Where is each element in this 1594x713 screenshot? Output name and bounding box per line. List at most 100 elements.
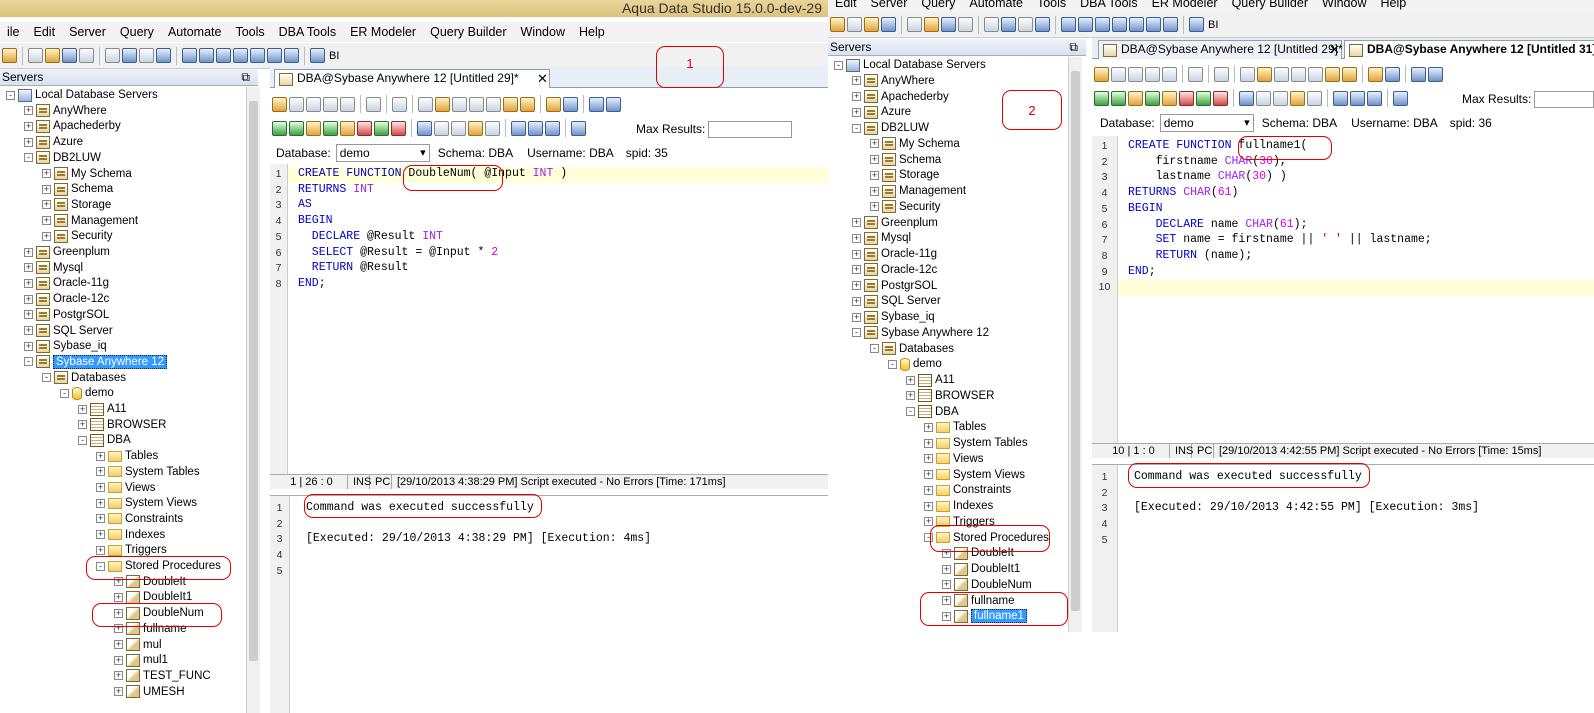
toolbar-button-icon[interactable] [452,96,467,112]
expand-icon[interactable]: + [42,231,51,241]
menu-item-help[interactable]: Help [1373,0,1413,10]
toolbar-button-icon[interactable] [1342,66,1357,82]
expand-icon[interactable]: + [870,202,879,212]
toolbar-button-icon[interactable] [1112,17,1127,32]
menu-item-edit[interactable]: Edit [828,0,864,10]
close-tab-icon[interactable]: ✕ [537,70,548,87]
toolbar-button-icon[interactable] [250,48,265,63]
tree-node[interactable]: + Sybase_iq [852,309,935,325]
toolbar-button-icon[interactable] [589,96,604,112]
toolbar-button-icon[interactable] [486,96,501,112]
toolbar-button-icon[interactable] [435,96,450,112]
tree-node[interactable]: + fullname [942,593,1014,609]
toolbar-button-icon[interactable] [503,96,518,112]
toolbar-button-icon[interactable] [563,96,578,112]
tab-untitled-29[interactable]: DBA@Sybase Anywhere 12 [Untitled 29]* ✕ [1098,40,1343,59]
expand-icon[interactable]: + [96,514,105,524]
expand-icon[interactable]: + [924,517,933,527]
toolbar-button-icon[interactable] [1146,17,1161,32]
toolbar-button-icon[interactable] [1145,66,1160,82]
tree-node[interactable]: + Views [924,451,983,467]
toolbar-button-icon[interactable] [156,48,171,63]
expand-icon[interactable]: + [96,451,105,461]
expand-icon[interactable]: + [852,92,861,101]
expand-icon[interactable]: + [24,326,33,335]
tree-node[interactable]: + Azure [24,134,83,150]
tree-node[interactable]: - DBA [78,432,131,448]
collapse-icon[interactable]: - [924,533,933,542]
tree-node[interactable]: - Sybase Anywhere 12 [24,354,168,370]
menu-item-query[interactable]: Query [113,25,161,39]
expand-icon[interactable]: + [852,312,861,322]
menu-item-query-builder[interactable]: Query Builder [1225,0,1315,10]
tree-node[interactable]: + Apachederby [852,89,949,105]
expand-icon[interactable]: + [24,294,33,304]
tree-node[interactable]: + Mysql [852,230,911,246]
max-results-input[interactable] [1534,90,1594,108]
expand-icon[interactable]: + [24,278,33,288]
expand-icon[interactable]: + [24,341,33,351]
toolbar-button-icon[interactable] [267,48,282,63]
toolbar-button-icon[interactable] [216,48,231,63]
menu-item-query[interactable]: Query [914,0,962,10]
toolbar-button-icon[interactable] [182,48,197,63]
toolbar-button-icon[interactable] [1128,66,1143,82]
toolbar-button-icon[interactable] [289,120,304,136]
tree-node[interactable]: + Sybase_iq [24,338,107,354]
menu-item-er-modeler[interactable]: ER Modeler [343,25,423,39]
toolbar-button-icon[interactable] [546,96,561,112]
expand-icon[interactable]: + [924,454,933,464]
tree-node[interactable]: + fullname1 [942,608,1027,624]
tree-node[interactable]: + Views [96,480,155,496]
collapse-icon[interactable]: - [852,123,861,133]
bi-button[interactable]: BI [327,50,339,62]
collapse-icon[interactable]: - [852,328,861,338]
tree-node[interactable]: + Storage [42,197,111,213]
tree-node[interactable]: + BROWSER [78,417,166,433]
toolbar-button-icon[interactable] [864,17,879,32]
toolbar-button-icon[interactable] [323,120,338,136]
toolbar-button-icon[interactable] [1189,17,1204,32]
tree-node[interactable]: + SQL Server [24,323,113,339]
tree-node[interactable]: + TEST_FUNC [114,668,211,684]
tree-node[interactable]: + AnyWhere [852,73,935,89]
toolbar-button-icon[interactable] [1111,66,1126,82]
expand-icon[interactable]: + [96,483,105,492]
tree-node[interactable]: - Databases [870,341,954,357]
toolbar-button-icon[interactable] [1196,90,1211,106]
expand-icon[interactable]: + [114,671,123,681]
bi-button[interactable]: BI [1206,19,1218,31]
tree-node[interactable]: + DoubleNum [942,577,1032,593]
tree-node[interactable]: - Local Database Servers [834,57,986,73]
toolbar-button-icon[interactable] [306,96,321,112]
expand-icon[interactable]: + [96,467,105,477]
tree-node[interactable]: + My Schema [42,166,132,182]
expand-icon[interactable]: + [114,655,123,665]
toolbar-button-icon[interactable] [1214,66,1229,82]
tree-node[interactable]: + System Views [96,495,197,511]
toolbar-button-icon[interactable] [28,48,43,63]
expand-icon[interactable]: + [42,169,51,178]
toolbar-button-icon[interactable] [511,120,526,136]
toolbar-button-icon[interactable] [1325,66,1340,82]
tree-node[interactable]: + DoubleIt1 [942,561,1020,577]
tree-node[interactable]: + Triggers [924,514,995,530]
expand-icon[interactable]: + [852,218,861,227]
toolbar-button-icon[interactable] [310,48,325,63]
tree-node[interactable]: - demo [60,385,114,401]
collapse-icon[interactable]: - [60,388,69,398]
tree-node[interactable]: + Schema [870,152,941,168]
expand-icon[interactable]: + [924,485,933,495]
tree-node[interactable]: + mul [114,637,162,653]
toolbar-button-icon[interactable] [958,17,973,32]
tree-node[interactable]: - Sybase Anywhere 12 [852,325,989,341]
restore-icon[interactable]: ⧉ [241,69,250,86]
toolbar-button-icon[interactable] [233,48,248,63]
toolbar-button-icon[interactable] [391,120,406,136]
expand-icon[interactable]: + [942,564,951,574]
expand-icon[interactable]: + [852,281,861,290]
toolbar-button-icon[interactable] [62,48,77,63]
expand-icon[interactable]: + [24,263,33,273]
toolbar-button-icon[interactable] [468,120,483,136]
tree-node[interactable]: + Oracle-11g [24,275,109,291]
